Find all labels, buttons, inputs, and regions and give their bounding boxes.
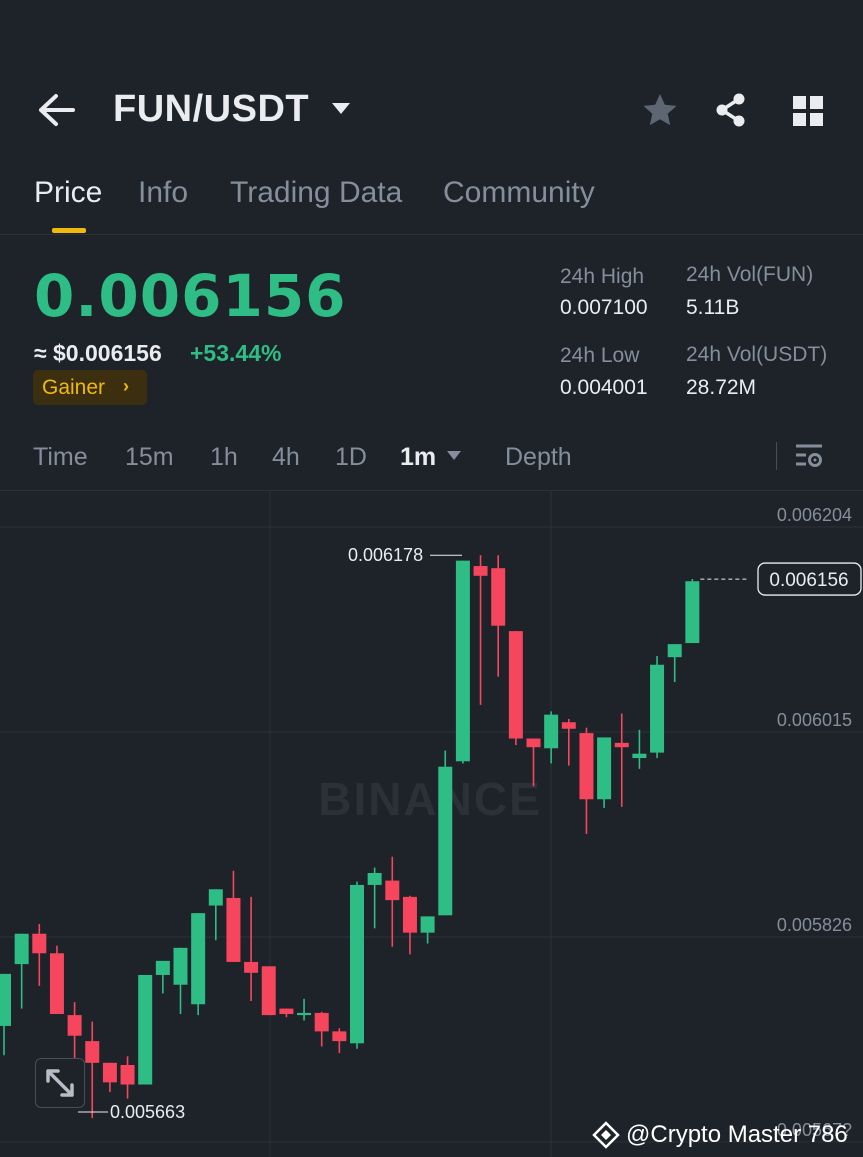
expand-icon[interactable] (35, 1058, 85, 1108)
caret-down-icon[interactable] (446, 450, 462, 461)
candle (597, 737, 612, 800)
candle (491, 568, 506, 626)
price-change-percent: +53.44% (190, 340, 282, 366)
interval-depth[interactable]: Depth (505, 443, 572, 472)
share-icon[interactable] (713, 92, 749, 128)
pair-title[interactable]: FUN/USDT (113, 88, 309, 131)
candle (579, 733, 594, 800)
candle (402, 896, 417, 933)
candle (544, 714, 559, 749)
tab-community[interactable]: Community (443, 176, 595, 210)
y-axis-tick-label: 0.006204 (777, 505, 852, 525)
candle (438, 766, 453, 916)
last-price: 0.006156 (34, 262, 347, 330)
candle (632, 753, 647, 759)
credit-text: @Crypto Master 786 (626, 1121, 848, 1148)
candle (561, 722, 576, 729)
grid-icon[interactable] (791, 94, 825, 128)
candle (367, 873, 382, 885)
stat-vol-base-value: 5.11B (686, 296, 740, 319)
caret-down-icon[interactable] (330, 100, 352, 116)
interval-time[interactable]: Time (33, 443, 88, 472)
candle (191, 913, 206, 1005)
candle (261, 966, 276, 1016)
candle (332, 1031, 347, 1042)
candle (32, 933, 47, 954)
candle (0, 973, 11, 1026)
candle (297, 1012, 312, 1016)
candle (173, 947, 188, 985)
stat-low-value: 0.004001 (560, 376, 648, 399)
candle (85, 1041, 100, 1063)
candlestick-chart[interactable]: BINANCE0.0062040.0060150.0058260.00567?0… (0, 491, 863, 1157)
stat-high-label: 24h High (560, 265, 645, 288)
candle (385, 880, 400, 901)
candle (685, 581, 700, 644)
interval-4h[interactable]: 4h (272, 443, 300, 472)
candle (138, 974, 153, 1085)
interval-15m[interactable]: 15m (125, 443, 174, 472)
interval-1d[interactable]: 1D (335, 443, 367, 472)
candle (155, 960, 170, 975)
usd-price: ≈ $0.006156 (34, 340, 162, 366)
candle (314, 1012, 329, 1032)
candle (208, 889, 223, 906)
candle (14, 933, 29, 965)
y-axis-tick-label: 0.005826 (777, 915, 852, 935)
candle (650, 664, 665, 753)
candle (508, 631, 523, 739)
candle (473, 566, 488, 576)
binance-watermark: BINANCE (318, 773, 542, 825)
separator (776, 442, 777, 470)
candle (49, 953, 64, 1015)
stat-vol-base-label: 24h Vol(FUN) (686, 263, 814, 286)
candle (667, 644, 682, 658)
active-tab-indicator (52, 228, 86, 233)
stat-vol-quote-value: 28.72M (686, 376, 757, 399)
y-axis-tick-label: 0.006015 (777, 710, 852, 730)
candle (102, 1062, 117, 1083)
chevron-right-icon: › (123, 376, 129, 396)
stat-high-value: 0.007100 (560, 296, 648, 319)
current-price-label: 0.006156 (769, 570, 848, 591)
interval-1h[interactable]: 1h (210, 443, 238, 472)
stat-vol-quote-label: 24h Vol(USDT) (686, 343, 828, 366)
candle (455, 560, 470, 762)
candle (614, 742, 629, 748)
tab-info[interactable]: Info (138, 176, 188, 210)
candle (350, 884, 364, 1044)
candle (226, 897, 241, 962)
candle (526, 738, 541, 748)
candle (420, 916, 435, 933)
chart-settings-icon[interactable] (794, 441, 824, 471)
low-marker-label: 0.005663 (110, 1102, 185, 1122)
interval-1m[interactable]: 1m (400, 443, 436, 472)
gainer-badge[interactable]: Gainer › (33, 370, 147, 405)
candle (279, 1008, 294, 1015)
tab-trading-data[interactable]: Trading Data (230, 176, 402, 210)
tab-price[interactable]: Price (34, 176, 102, 210)
star-icon[interactable] (641, 92, 679, 128)
divider (0, 234, 863, 235)
binance-square-logo-icon (592, 1121, 620, 1149)
stat-low-label: 24h Low (560, 344, 640, 367)
back-arrow-icon[interactable] (36, 92, 76, 128)
high-marker-label: 0.006178 (348, 545, 423, 565)
candle (120, 1064, 135, 1085)
candle (67, 1015, 82, 1036)
gainer-badge-label: Gainer (42, 376, 106, 399)
candle (244, 961, 259, 973)
